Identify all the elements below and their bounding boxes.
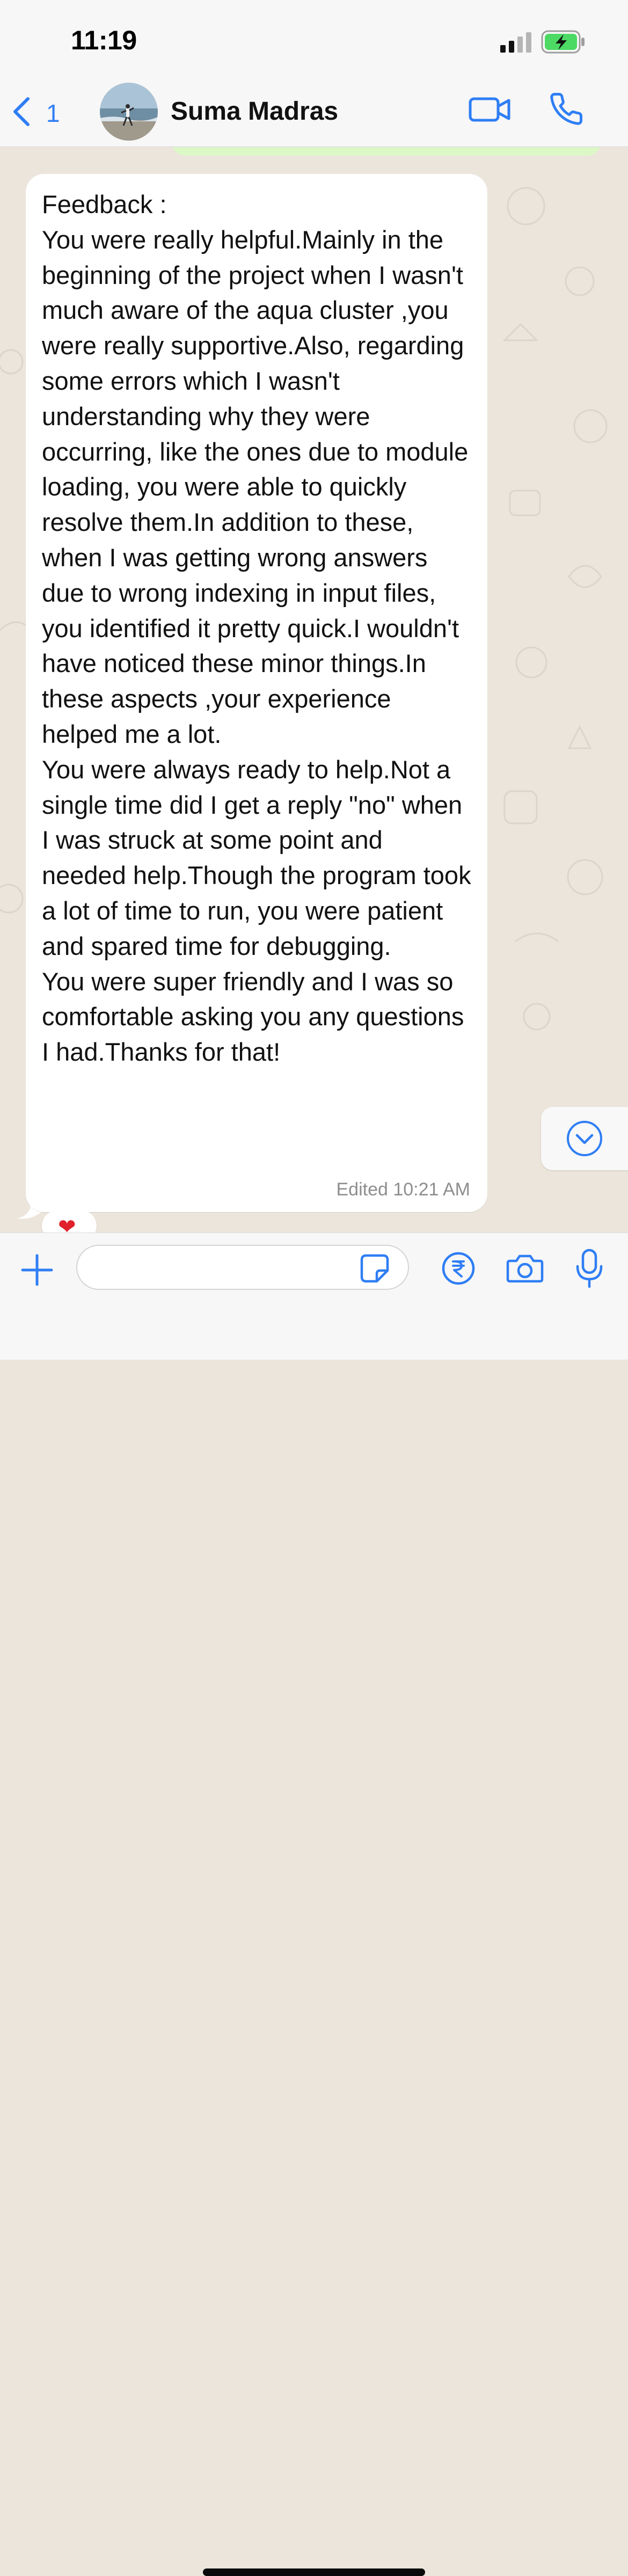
back-chevron-icon <box>11 96 32 130</box>
plus-icon <box>20 1254 54 1289</box>
unread-count: 1 <box>46 99 60 127</box>
payment-button[interactable] <box>441 1251 476 1288</box>
back-button[interactable]: 1 <box>11 96 60 130</box>
contact-name[interactable]: Suma Madras <box>171 97 338 126</box>
chat-header: 1 Suma Madras <box>0 75 628 147</box>
previous-outgoing-message <box>172 147 601 156</box>
heart-icon: ❤ <box>58 1215 76 1232</box>
video-call-button[interactable] <box>468 93 511 128</box>
camera-icon <box>506 1254 544 1287</box>
home-indicator[interactable] <box>203 2568 425 2576</box>
attach-button[interactable] <box>20 1253 54 1289</box>
status-bar: 11:19 <box>0 0 628 75</box>
voice-call-icon <box>549 93 584 129</box>
avatar[interactable] <box>100 83 158 141</box>
heart-reaction[interactable]: ❤ <box>42 1210 97 1232</box>
chat-area[interactable]: Feedback : You were really helpful.Mainl… <box>0 147 628 1232</box>
message-timestamp: Edited 10:21 AM <box>336 1179 470 1200</box>
camera-button[interactable] <box>506 1252 544 1287</box>
voice-message-button[interactable] <box>574 1248 604 1291</box>
incoming-message-bubble[interactable]: Feedback : You were really helpful.Mainl… <box>26 174 487 1212</box>
sticker-icon <box>359 1254 391 1287</box>
video-call-icon <box>468 97 511 128</box>
rupee-payment-icon <box>441 1252 476 1288</box>
message-text: Feedback : You were really helpful.Mainl… <box>42 190 471 1067</box>
sticker-button[interactable] <box>359 1252 391 1287</box>
voice-call-button[interactable] <box>549 91 584 129</box>
message-input-bar <box>0 1232 628 2576</box>
scroll-to-bottom-button[interactable] <box>541 1107 628 1170</box>
status-time: 11:19 <box>71 25 137 55</box>
cellular-signal-icon <box>499 32 535 56</box>
battery-charging-icon <box>541 30 586 56</box>
microphone-icon <box>574 1249 604 1291</box>
